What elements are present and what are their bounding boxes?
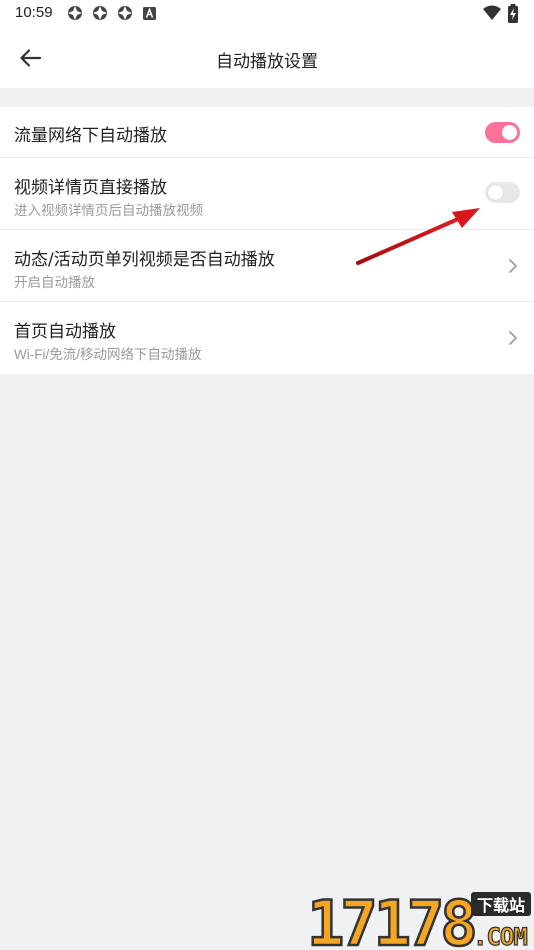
- annotation-arrow-icon: [356, 208, 480, 265]
- page-title: 自动播放设置: [216, 52, 318, 72]
- toggle-knob: [502, 125, 517, 140]
- setting-mobile-data-autoplay: 流量网络下自动播放: [0, 107, 534, 158]
- chevron-right-icon: [509, 331, 517, 345]
- keyboard-a-icon: [143, 7, 156, 20]
- 17178-watermark-logo: 17178 下载站 .COM: [306, 886, 531, 950]
- watermark-tagline: 下载站: [477, 896, 525, 915]
- watermark-number: 17178: [307, 887, 474, 950]
- notification-app-icon: [118, 6, 132, 20]
- setting-subtitle: 进入视频详情页后自动播放视频: [14, 203, 203, 218]
- setting-title: 流量网络下自动播放: [14, 126, 167, 146]
- app-bar: 自动播放设置: [0, 28, 534, 88]
- wifi-icon: [483, 5, 501, 20]
- mobile-data-autoplay-toggle[interactable]: [485, 122, 520, 143]
- battery-charging-icon: [508, 4, 518, 23]
- watermark-domain: .COM: [473, 923, 527, 950]
- notification-app-icon: [93, 6, 107, 20]
- setting-title: 视频详情页直接播放: [14, 178, 167, 198]
- setting-subtitle: 开启自动播放: [14, 275, 95, 290]
- status-time: 10:59: [15, 4, 53, 21]
- setting-home-autoplay[interactable]: 首页自动播放 Wi-Fi/免流/移动网络下自动播放: [0, 302, 534, 374]
- setting-title: 动态/活动页单列视频是否自动播放: [14, 250, 275, 270]
- detail-page-autoplay-toggle[interactable]: [485, 182, 520, 203]
- chevron-right-icon: [509, 259, 517, 273]
- toggle-knob: [488, 185, 503, 200]
- setting-subtitle: Wi-Fi/免流/移动网络下自动播放: [14, 347, 202, 362]
- setting-title: 首页自动播放: [14, 322, 116, 342]
- status-bar: 10:59: [0, 0, 534, 28]
- notification-app-icon: [68, 6, 82, 20]
